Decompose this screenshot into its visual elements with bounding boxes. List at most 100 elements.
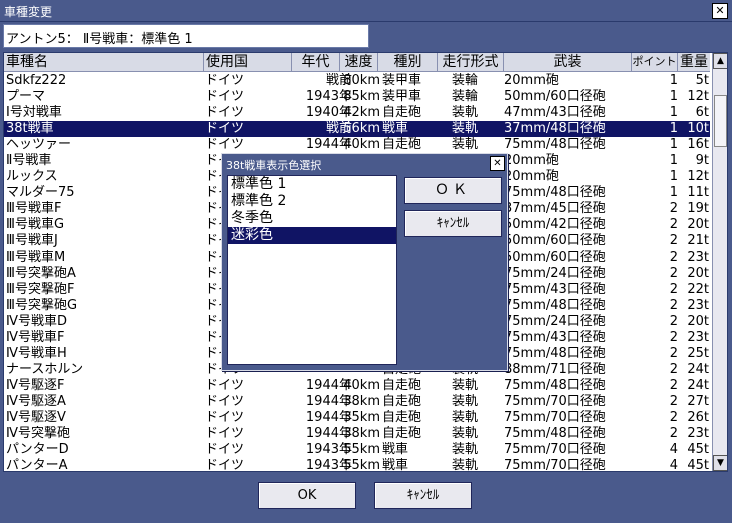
cell-name: Ⅳ号戦車F: [6, 329, 65, 345]
col-header-drive[interactable]: 走行形式: [438, 53, 504, 72]
dialog-cancel-button[interactable]: ｷｬﾝｾﾙ: [404, 210, 502, 237]
color-option[interactable]: 冬季色: [228, 210, 396, 227]
scroll-thumb[interactable]: [714, 95, 727, 147]
cell-name: Ⅳ号駆逐V: [6, 409, 66, 425]
vertical-scrollbar[interactable]: ▲ ▼: [712, 53, 727, 471]
cell-name: プーマ: [6, 89, 46, 105]
cell-name: Ⅳ号戦車D: [6, 313, 68, 329]
scroll-up-icon[interactable]: ▲: [713, 53, 727, 69]
cell-type: 自走砲: [382, 137, 422, 153]
cell-type: 戦車: [382, 458, 409, 472]
color-option[interactable]: 標準色 1: [228, 176, 396, 193]
col-header-weight[interactable]: 重量: [678, 53, 710, 72]
cell-name: Ⅲ号戦車F: [6, 201, 62, 217]
ok-button[interactable]: OK: [258, 482, 356, 509]
cell-weight: 16t: [687, 137, 709, 153]
cell-point: 2: [669, 361, 678, 377]
cell-drive: 装軌: [452, 393, 479, 409]
cell-point: 2: [669, 217, 678, 233]
cell-point: 2: [669, 329, 678, 345]
cell-point: 2: [669, 281, 678, 297]
table-row[interactable]: Ⅳ号駆逐V ドイツ 1944年 35km 自走砲 装軌 75mm/70口径砲 2 26t: [4, 410, 710, 426]
color-option[interactable]: 標準色 2: [228, 193, 396, 210]
cell-point: 2: [669, 265, 678, 281]
cell-point: 1: [669, 105, 678, 121]
cell-type: 装甲車: [382, 89, 422, 105]
table-row[interactable]: Ⅳ号突撃砲 ドイツ 1944年 38km 自走砲 装軌 75mm/48口径砲 2 23t: [4, 426, 710, 442]
col-header-country[interactable]: 使用国: [204, 53, 292, 72]
table-row[interactable]: ヘッツァー ドイツ 1944年 40km 自走砲 装軌 75mm/48口径砲 1 16t: [4, 137, 710, 153]
cell-point: 1: [669, 89, 678, 105]
color-listbox[interactable]: 標準色 1 標準色 2 冬季色 迷彩色: [227, 175, 397, 365]
scroll-down-icon[interactable]: ▼: [713, 455, 727, 471]
cell-weapon: 75mm/48口径砲: [504, 297, 606, 313]
table-row[interactable]: パンターA ドイツ 1943年 55km 戦車 装軌 75mm/70口径砲 4 45t: [4, 458, 710, 472]
cell-weight: 25t: [687, 345, 709, 361]
cell-weight: 21t: [687, 233, 709, 249]
cell-drive: 装軌: [452, 105, 479, 121]
cell-weight: 23t: [687, 297, 709, 313]
cell-name: Ⅳ号突撃砲: [6, 426, 70, 442]
col-header-type[interactable]: 種別: [378, 53, 438, 72]
cell-drive: 装輪: [452, 89, 479, 105]
col-header-weapon[interactable]: 武装: [504, 53, 632, 72]
cell-name: Ⅲ号戦車J: [6, 233, 58, 249]
cell-drive: 装軌: [452, 121, 479, 137]
table-row[interactable]: Sdkfz222 ドイツ 戦前 80km 装甲車 装輪 20mm砲 1 5t: [4, 73, 710, 89]
cell-point: 2: [669, 393, 678, 409]
cell-point: 2: [669, 377, 678, 393]
dialog-ok-button[interactable]: ＯＫ: [404, 177, 502, 204]
table-row[interactable]: Ⅰ号対戦車 ドイツ 1940年 42km 自走砲 装軌 47mm/43口径砲 1 6t: [4, 105, 710, 121]
cell-name: Sdkfz222: [6, 73, 67, 88]
cell-drive: 装軌: [452, 442, 479, 458]
close-icon[interactable]: ✕: [712, 3, 728, 19]
table-row[interactable]: プーマ ドイツ 1943年 85km 装甲車 装輪 50mm/60口径砲 1 12t: [4, 89, 710, 105]
cell-weight: 6t: [695, 105, 709, 121]
cell-weapon: 47mm/43口径砲: [504, 105, 606, 121]
table-row[interactable]: Ⅳ号駆逐A ドイツ 1944年 38km 自走砲 装軌 75mm/70口径砲 2 27t: [4, 394, 710, 410]
cell-weight: 20t: [687, 217, 709, 233]
cell-weight: 5t: [695, 73, 709, 88]
table-row[interactable]: 38t戦車 ドイツ 戦前 56km 戦車 装軌 37mm/48口径砲 1 10t: [4, 121, 710, 138]
cell-name: パンターD: [6, 442, 69, 458]
cell-weapon: 75mm/70口径砲: [504, 442, 606, 458]
cell-weight: 19t: [687, 201, 709, 217]
cell-country: ドイツ: [205, 426, 245, 442]
table-row[interactable]: パンターD ドイツ 1943年 55km 戦車 装軌 75mm/70口径砲 4 45t: [4, 442, 710, 458]
cell-name: Ⅰ号対戦車: [6, 105, 62, 121]
color-option[interactable]: 迷彩色: [228, 227, 396, 244]
cell-type: 自走砲: [382, 409, 422, 425]
cell-name: Ⅲ号突撃砲A: [6, 265, 76, 281]
current-unit-box: アントン5： Ⅱ号戦車：標準色 1: [3, 24, 369, 48]
cell-weapon: 20mm砲: [504, 153, 559, 169]
cell-weapon: 37mm/48口径砲: [504, 121, 606, 137]
cell-point: 1: [669, 169, 678, 185]
cancel-button[interactable]: ｷｬﾝｾﾙ: [374, 482, 472, 509]
dialog-close-icon[interactable]: ✕: [490, 156, 505, 171]
cell-type: 自走砲: [382, 426, 422, 442]
col-header-point[interactable]: ポイント: [632, 53, 678, 72]
cell-speed: 40km: [343, 377, 380, 393]
cell-speed: 38km: [343, 393, 380, 409]
cell-speed: 42km: [343, 105, 380, 121]
table-row[interactable]: Ⅳ号駆逐F ドイツ 1944年 40km 自走砲 装軌 75mm/48口径砲 2 24t: [4, 378, 710, 394]
col-header-name[interactable]: 車種名: [4, 53, 204, 72]
cell-point: 2: [669, 201, 678, 217]
cell-weapon: 75mm/48口径砲: [504, 345, 606, 361]
cell-name: Ⅲ号突撃砲F: [6, 281, 75, 297]
table-header: 車種名 使用国 年代 速度 種別 走行形式 武装 ポイント 重量: [4, 53, 710, 72]
cell-name: Ⅲ号戦車G: [6, 217, 65, 233]
col-header-speed[interactable]: 速度: [340, 53, 378, 72]
cell-weapon: 75mm/48口径砲: [504, 377, 606, 393]
cell-country: ドイツ: [205, 409, 245, 425]
cell-weapon: 50mm/42口径砲: [504, 217, 606, 233]
cell-country: ドイツ: [205, 393, 245, 409]
col-header-year[interactable]: 年代: [292, 53, 340, 72]
cell-weight: 24t: [687, 377, 709, 393]
cell-name: ルックス: [6, 169, 58, 185]
cell-country: ドイツ: [205, 458, 245, 472]
cell-weight: 27t: [687, 393, 709, 409]
cell-name: Ⅲ号戦車M: [6, 249, 66, 265]
cell-name: マルダー75: [6, 185, 75, 201]
cell-drive: 装輪: [452, 73, 479, 88]
